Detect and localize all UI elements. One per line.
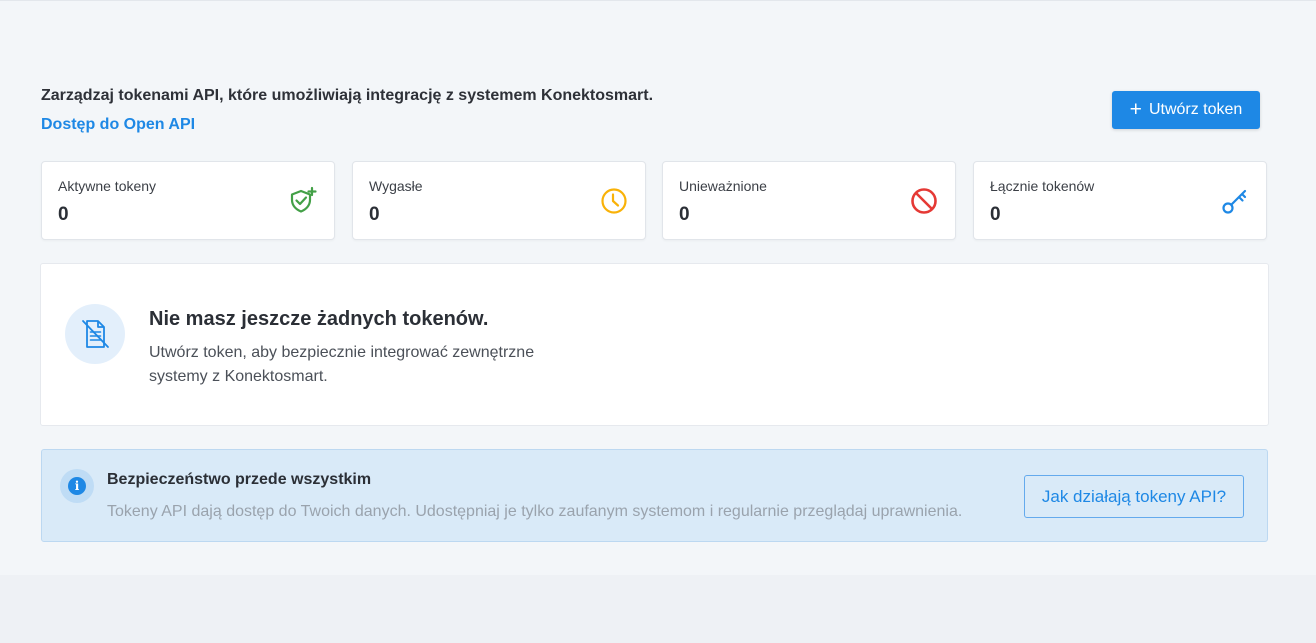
stat-label: Wygasłe — [369, 178, 423, 194]
stat-value: 0 — [679, 204, 690, 225]
clock-icon — [601, 188, 627, 214]
shield-check-icon — [290, 186, 317, 213]
stat-value: 0 — [990, 204, 1001, 225]
info-icon-circle: i — [60, 469, 94, 503]
info-icon: i — [68, 477, 86, 495]
empty-state-card: Nie masz jeszcze żadnych tokenów. Utwórz… — [40, 263, 1269, 426]
page-content: Zarządzaj tokenami API, które umożliwiaj… — [0, 0, 1316, 575]
stat-card-revoked: Unieważnione 0 — [662, 161, 956, 240]
empty-state-description: Utwórz token, aby bezpiecznie integrować… — [149, 344, 535, 385]
security-notice: i Bezpieczeństwo przede wszystkim Tokeny… — [41, 449, 1268, 542]
empty-state-icon-circle — [65, 304, 125, 364]
page-footer-area — [0, 575, 1316, 643]
key-icon — [1222, 189, 1247, 214]
create-token-label: Utwórz token — [1148, 101, 1243, 118]
stat-value: 0 — [58, 204, 69, 225]
stat-card-expired: Wygasłe 0 — [352, 161, 646, 240]
stat-label: Łącznie tokenów — [990, 178, 1095, 194]
stat-card-active: Aktywne tokeny 0 — [41, 161, 335, 240]
page-description: Zarządzaj tokenami API, które umożliwiaj… — [41, 87, 654, 104]
create-token-button[interactable]: + Utwórz token — [1112, 91, 1260, 129]
security-title: Bezpieczeństwo przede wszystkim — [107, 471, 372, 488]
document-off-icon — [82, 320, 109, 348]
empty-state-title: Nie masz jeszcze żadnych tokenów. — [149, 308, 489, 330]
stat-label: Unieważnione — [679, 178, 767, 194]
stat-card-total: Łącznie tokenów 0 — [973, 161, 1267, 240]
security-description: Tokeny API dają dostęp do Twoich danych.… — [107, 503, 963, 520]
plus-icon: + — [1129, 97, 1142, 121]
how-tokens-work-button[interactable]: Jak działają tokeny API? — [1024, 475, 1244, 518]
ban-icon — [911, 188, 937, 214]
stat-value: 0 — [369, 204, 380, 225]
stat-label: Aktywne tokeny — [58, 178, 157, 194]
open-api-link[interactable]: Dostęp do Open API — [41, 116, 195, 134]
